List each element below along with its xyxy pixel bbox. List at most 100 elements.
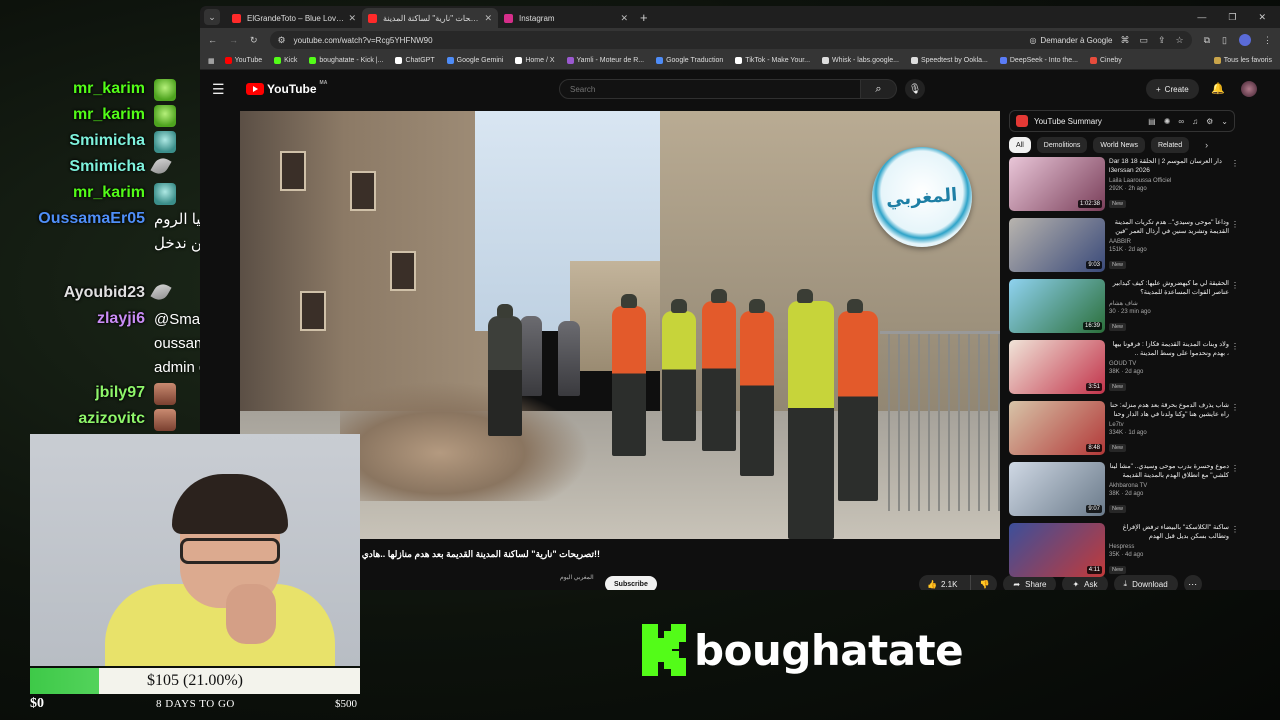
video-menu-icon[interactable]: ⋮ — [1231, 525, 1239, 534]
video-thumbnail[interactable]: 8:48 — [1009, 401, 1105, 455]
back-icon[interactable]: ← — [208, 35, 217, 45]
filter-chip[interactable]: All — [1009, 137, 1031, 153]
chat-username[interactable]: Ayoubid23 — [64, 282, 145, 302]
bookmark-item[interactable]: ChatGPT — [395, 57, 435, 64]
forward-icon[interactable]: → — [229, 35, 238, 45]
video-menu-icon[interactable]: ⋮ — [1231, 281, 1239, 290]
apps-icon[interactable]: ▦ — [208, 57, 215, 65]
maximize-icon[interactable]: ❐ — [1228, 12, 1236, 23]
all-bookmarks-button[interactable]: Tous les favoris — [1213, 57, 1272, 64]
video-menu-icon[interactable]: ⋮ — [1231, 464, 1239, 473]
ask-google-button[interactable]: ◎ Demander à Google — [1029, 36, 1112, 45]
video-menu-icon[interactable]: ⋮ — [1231, 403, 1239, 412]
dislike-button[interactable]: 👎 — [970, 575, 997, 590]
recommended-video[interactable]: 1:02:38 Dar 18 دار العرسان الموسم 2 | الح… — [1009, 157, 1274, 218]
search-input[interactable] — [559, 79, 861, 99]
chat-username[interactable]: mr_karim — [73, 182, 145, 202]
audio-icon[interactable]: ♫ — [1192, 117, 1198, 126]
close-window-icon[interactable]: ✕ — [1258, 12, 1266, 23]
browser-menu-icon[interactable]: ⋮ — [1263, 35, 1272, 46]
youtube-summary-extension[interactable]: YouTube Summary ▤ ✺ ∞ ♫ ⚙ ⌄ — [1009, 110, 1235, 132]
recommended-video[interactable]: 9:03 وداعاً "موحى وسيدي".. هدم تكريات الم… — [1009, 218, 1274, 279]
video-title[interactable]: ساكنة "الكلاسكة" بالبيضاء ترفض الإفراغ و… — [1109, 523, 1229, 541]
settings-icon[interactable]: ⚙ — [1206, 117, 1213, 126]
url-box[interactable]: ⚙ youtube.com/watch?v=Rcg5YHFNW90 ◎ Dema… — [269, 31, 1192, 49]
extensions-icon[interactable]: ⧉ — [1204, 35, 1210, 46]
bookmark-item[interactable]: Google Traduction — [656, 57, 723, 64]
notifications-bell-icon[interactable]: 🔔 — [1211, 82, 1225, 95]
chat-username[interactable]: azizovitc — [78, 408, 145, 428]
browser-tab[interactable]: تصريحات "نارية" لساكنة المدينة ✕ — [362, 8, 498, 28]
browser-tab[interactable]: Instagram ✕ — [498, 8, 634, 28]
ai-icon[interactable]: ✺ — [1164, 117, 1171, 126]
chat-username[interactable]: Smimicha — [69, 130, 145, 150]
minimize-icon[interactable]: — — [1197, 12, 1206, 23]
subscribe-button[interactable]: Subscribe — [605, 576, 657, 590]
recommended-video[interactable]: 8:48 شاب يذرف الدموع بحرقة بعد هدم منزله:… — [1009, 401, 1274, 462]
recommended-video[interactable]: 4:11 ساكنة "الكلاسكة" بالبيضاء ترفض الإفر… — [1009, 523, 1274, 584]
recommended-video[interactable]: 16:39 الحقيقة لي ما كيهضروش عليها: كيف كي… — [1009, 279, 1274, 340]
video-menu-icon[interactable]: ⋮ — [1231, 159, 1239, 168]
video-title[interactable]: وداعاً "موحى وسيدي".. هدم تكريات المدينة… — [1109, 218, 1229, 236]
filter-chip[interactable]: Demolitions — [1036, 137, 1088, 153]
chat-username[interactable]: mr_karim — [73, 78, 145, 98]
recommended-video[interactable]: 9:07 دموع وحسرة بدرب موحى وسيدي.. "مشا لي… — [1009, 462, 1274, 523]
tab-search-icon[interactable]: ⌄ — [204, 9, 220, 25]
bookmark-item[interactable]: Home / X — [515, 57, 555, 64]
site-info-icon[interactable]: ⚙ — [278, 35, 286, 46]
tab-close-icon[interactable]: ✕ — [484, 13, 492, 24]
share-icon[interactable]: ⇪ — [1158, 35, 1166, 46]
video-channel[interactable]: Laila Laaroussa Officiel — [1109, 178, 1229, 184]
bookmark-item[interactable]: Google Gemini — [446, 57, 503, 64]
video-menu-icon[interactable]: ⋮ — [1231, 342, 1239, 351]
create-button[interactable]: + Create — [1146, 79, 1199, 99]
bookmark-item[interactable]: boughatate - Kick |... — [309, 57, 383, 64]
translate-icon[interactable]: ⌘ — [1120, 35, 1129, 46]
profile-avatar[interactable] — [1239, 34, 1251, 46]
chat-username[interactable]: Smimicha — [69, 156, 145, 176]
video-thumbnail[interactable]: 9:07 — [1009, 462, 1105, 516]
video-title[interactable]: شاب يذرف الدموع بحرقة بعد هدم منزله: حنا… — [1109, 401, 1229, 419]
video-channel[interactable]: Akhbarona TV — [1109, 483, 1229, 489]
video-thumbnail[interactable]: 16:39 — [1009, 279, 1105, 333]
bookmark-item[interactable]: TikTok - Make Your... — [735, 57, 810, 64]
chat-username[interactable]: zlayji6 — [97, 308, 145, 328]
bookmark-item[interactable]: Speedtest by Ookla... — [910, 57, 988, 64]
menu-icon[interactable]: ☰ — [212, 81, 232, 98]
transcript-icon[interactable]: ▤ — [1148, 117, 1156, 126]
tab-close-icon[interactable]: ✕ — [348, 13, 356, 24]
video-thumbnail[interactable]: 9:03 — [1009, 218, 1105, 272]
chips-next-icon[interactable]: › — [1205, 140, 1208, 150]
tab-close-icon[interactable]: ✕ — [620, 13, 628, 24]
new-tab-icon[interactable]: + — [640, 10, 648, 25]
voice-search-button[interactable]: 🎙 — [905, 79, 925, 99]
video-channel[interactable]: Le7tv — [1109, 422, 1229, 428]
video-thumbnail[interactable]: 1:02:38 — [1009, 157, 1105, 211]
sidepanel-icon[interactable]: ▯ — [1222, 35, 1227, 46]
video-title[interactable]: دموع وحسرة بدرب موحى وسيدي.. "مشا لينا ك… — [1109, 462, 1229, 480]
like-button[interactable]: 👍 2.1K — [919, 575, 965, 590]
filter-chip[interactable]: Related — [1150, 137, 1190, 153]
reload-icon[interactable]: ↻ — [250, 35, 258, 46]
video-channel[interactable]: AABBIR — [1109, 239, 1229, 245]
bookmark-item[interactable]: Cineby — [1089, 57, 1122, 64]
star-icon[interactable]: ☆ — [1176, 35, 1184, 46]
bookmark-item[interactable]: Kick — [274, 57, 297, 64]
filter-chip[interactable]: World News — [1093, 137, 1145, 153]
video-menu-icon[interactable]: ⋮ — [1231, 220, 1239, 229]
chat-username[interactable]: mr_karim — [73, 104, 145, 124]
video-channel[interactable]: شاف هشام — [1109, 300, 1229, 307]
bookmark-item[interactable]: DeepSeek - Into the... — [999, 57, 1078, 64]
url-text[interactable]: youtube.com/watch?v=Rcg5YHFNW90 — [294, 36, 433, 45]
bookmark-item[interactable]: Whisk - labs.google... — [822, 57, 899, 64]
account-avatar[interactable] — [1241, 81, 1257, 97]
cast-icon[interactable]: ▭ — [1139, 35, 1148, 46]
youtube-logo[interactable]: YouTube MA — [246, 80, 327, 96]
video-thumbnail[interactable]: 3:51 — [1009, 340, 1105, 394]
video-title[interactable]: الحقيقة لي ما كيهضروش عليها: كيف كيدابير… — [1109, 279, 1229, 297]
bookmark-item[interactable]: YouTube — [224, 57, 262, 64]
video-channel[interactable]: GOUD TV — [1109, 361, 1229, 367]
bookmark-item[interactable]: Yamli - Moteur de R... — [566, 57, 644, 64]
recommended-video[interactable]: 3:51 ولاد وبنات المدينة القديمة فكازا : ف… — [1009, 340, 1274, 401]
search-button[interactable]: ⌕ — [861, 79, 897, 99]
